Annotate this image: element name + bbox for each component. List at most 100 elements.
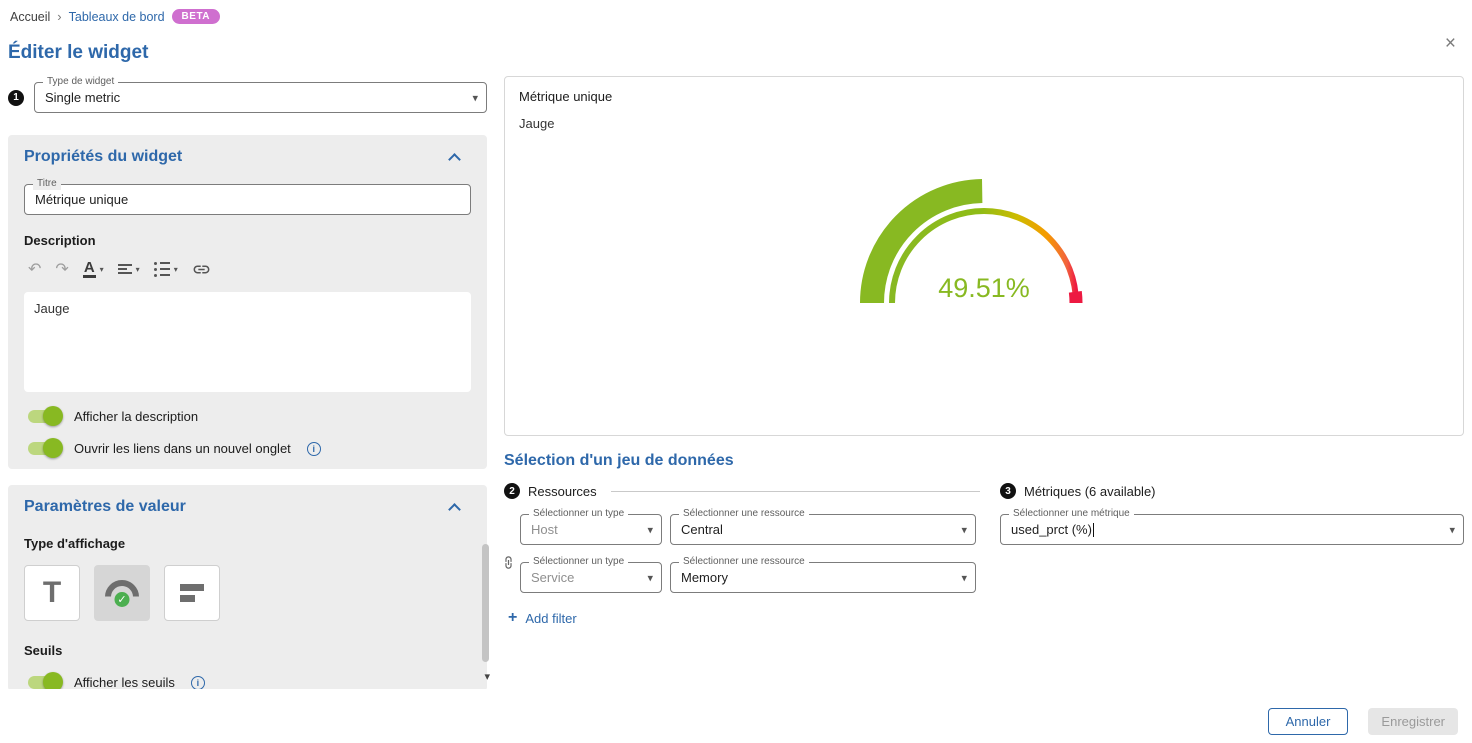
- title-input[interactable]: Titre Métrique unique: [24, 184, 471, 215]
- metric-select[interactable]: Sélectionner une métrique used_prct (%) …: [1000, 514, 1464, 545]
- editor-header: Éditer le widget ×: [0, 26, 1472, 72]
- resource-row: Sélectionner un type Host ▾ Sélectionner…: [520, 514, 980, 545]
- breadcrumb-separator-icon: ›: [57, 9, 61, 24]
- title-input-value: Métrique unique: [35, 192, 128, 207]
- widget-type-select-label: Type de widget: [43, 76, 118, 88]
- breadcrumb: Accueil › Tableaux de bord BETA: [0, 0, 1472, 26]
- value-parameters-header: Paramètres de valeur: [24, 498, 471, 516]
- add-filter-label: Add filter: [525, 611, 576, 626]
- display-type-options: T ✓: [24, 565, 471, 621]
- footer-actions: Annuler Enregistrer: [1268, 708, 1458, 735]
- text-display-icon: T: [43, 576, 61, 610]
- show-thresholds-toggle-label: Afficher les seuils: [74, 675, 175, 689]
- close-icon[interactable]: ×: [1445, 34, 1456, 53]
- resource-rows: Sélectionner un type Host ▾ Sélectionner…: [504, 514, 980, 593]
- breadcrumb-home-link[interactable]: Accueil: [10, 10, 50, 24]
- show-description-toggle-label: Afficher la description: [74, 409, 198, 424]
- resource-type-select-1[interactable]: Sélectionner un type Host ▾: [520, 514, 662, 545]
- editor-content: 1 Type de widget Single metric ▾ Proprié…: [0, 72, 1472, 689]
- text-color-button[interactable]: A ▾: [79, 258, 108, 280]
- widget-properties-header: Propriétés du widget: [24, 148, 471, 166]
- widget-type-row: 1 Type de widget Single metric ▾: [8, 82, 492, 113]
- value-parameters-title: Paramètres de valeur: [24, 498, 186, 516]
- caret-down-icon: ▾: [136, 265, 140, 274]
- resources-label: Ressources: [528, 484, 597, 499]
- description-label: Description: [24, 233, 471, 248]
- link-button[interactable]: [188, 258, 215, 281]
- display-type-bars-button[interactable]: [164, 565, 220, 621]
- resource-select-label: Sélectionner une ressource: [679, 508, 809, 520]
- show-description-toggle[interactable]: [28, 410, 60, 423]
- metric-select-label: Sélectionner une métrique: [1009, 508, 1134, 520]
- resource-select-1[interactable]: Sélectionner une ressource Central ▾: [670, 514, 976, 545]
- metrics-label: Métriques (6 available): [1024, 484, 1156, 499]
- step-2-badge: 2: [504, 483, 520, 499]
- info-icon[interactable]: i: [191, 676, 205, 690]
- cancel-button[interactable]: Annuler: [1268, 708, 1349, 735]
- align-button[interactable]: ▾: [114, 260, 144, 278]
- scroll-down-icon[interactable]: ▾: [484, 670, 490, 683]
- divider: [611, 491, 980, 492]
- link-resources-icon: [501, 555, 516, 570]
- metrics-header: 3 Métriques (6 available): [1000, 482, 1464, 500]
- preview-and-dataset-panel: Métrique unique Jauge 49.51%: [492, 72, 1472, 626]
- display-type-label: Type d'affichage: [24, 536, 471, 551]
- open-links-toggle[interactable]: [28, 442, 60, 455]
- chevron-up-icon[interactable]: [448, 503, 461, 516]
- dataset-selection: 2 Ressources Sélectionner un type Host ▾: [504, 474, 1464, 626]
- list-icon: [154, 259, 170, 280]
- resource-row: Sélectionner un type Service ▾ Sélection…: [520, 562, 980, 593]
- show-thresholds-toggle-row: Afficher les seuils i: [24, 675, 471, 689]
- bars-display-icon: [180, 580, 204, 606]
- title-input-label: Titre: [33, 178, 61, 190]
- resources-group: 2 Ressources Sélectionner un type Host ▾: [504, 474, 980, 626]
- undo-icon[interactable]: ↶: [24, 257, 45, 281]
- open-links-toggle-label: Ouvrir les liens dans un nouvel onglet: [74, 441, 291, 456]
- resource-type-select-label: Sélectionner un type: [529, 508, 628, 520]
- info-icon[interactable]: i: [307, 442, 321, 456]
- plus-icon: +: [508, 610, 517, 626]
- description-textarea[interactable]: Jauge: [24, 292, 471, 392]
- widget-properties-title: Propriétés du widget: [24, 148, 182, 166]
- resource-select-value: Central: [681, 522, 723, 537]
- display-type-text-button[interactable]: T: [24, 565, 80, 621]
- widget-type-select[interactable]: Type de widget Single metric ▾: [34, 82, 487, 113]
- metric-select-value: used_prct (%): [1011, 522, 1092, 537]
- gauge-value-text: 49.51%: [938, 273, 1030, 303]
- caret-down-icon: ▾: [100, 265, 104, 274]
- beta-badge: BETA: [172, 9, 220, 24]
- widget-type-select-value: Single metric: [45, 90, 120, 105]
- chevron-up-icon[interactable]: [448, 153, 461, 166]
- step-1-badge: 1: [8, 90, 24, 106]
- save-button[interactable]: Enregistrer: [1368, 708, 1458, 735]
- preview-title: Métrique unique: [519, 89, 1449, 104]
- resource-select-value: Memory: [681, 570, 728, 585]
- resource-type-select-2[interactable]: Sélectionner un type Service ▾: [520, 562, 662, 593]
- resource-select-2[interactable]: Sélectionner une ressource Memory ▾: [670, 562, 976, 593]
- add-filter-button[interactable]: + Add filter: [508, 610, 980, 626]
- list-button[interactable]: ▾: [150, 257, 182, 282]
- caret-down-icon: ▾: [961, 571, 967, 584]
- display-type-gauge-button[interactable]: ✓: [94, 565, 150, 621]
- redo-icon[interactable]: ↷: [51, 257, 72, 281]
- breadcrumb-dashboards-link[interactable]: Tableaux de bord: [69, 10, 165, 24]
- show-description-toggle-row: Afficher la description: [24, 409, 471, 424]
- preview-description: Jauge: [519, 116, 1449, 131]
- show-thresholds-toggle[interactable]: [28, 676, 60, 689]
- gauge-critical-cap: [1075, 292, 1076, 303]
- check-icon: ✓: [113, 590, 132, 609]
- step-3-badge: 3: [1000, 483, 1016, 499]
- text-cursor: [1093, 523, 1094, 537]
- page-title: Éditer le widget: [8, 42, 1472, 64]
- resource-type-select-value: Service: [531, 570, 574, 585]
- metrics-group: 3 Métriques (6 available) Sélectionner u…: [1000, 474, 1464, 545]
- widget-properties-section: Propriétés du widget Titre Métrique uniq…: [8, 135, 487, 469]
- gauge-chart: 49.51%: [844, 163, 1124, 315]
- caret-down-icon: ▾: [647, 571, 653, 584]
- scrollbar-thumb[interactable]: [482, 544, 489, 662]
- thresholds-label: Seuils: [24, 643, 471, 658]
- caret-down-icon: ▾: [647, 523, 653, 536]
- text-color-icon: A: [83, 260, 96, 278]
- caret-down-icon: ▾: [174, 265, 178, 274]
- resource-type-select-value: Host: [531, 522, 558, 537]
